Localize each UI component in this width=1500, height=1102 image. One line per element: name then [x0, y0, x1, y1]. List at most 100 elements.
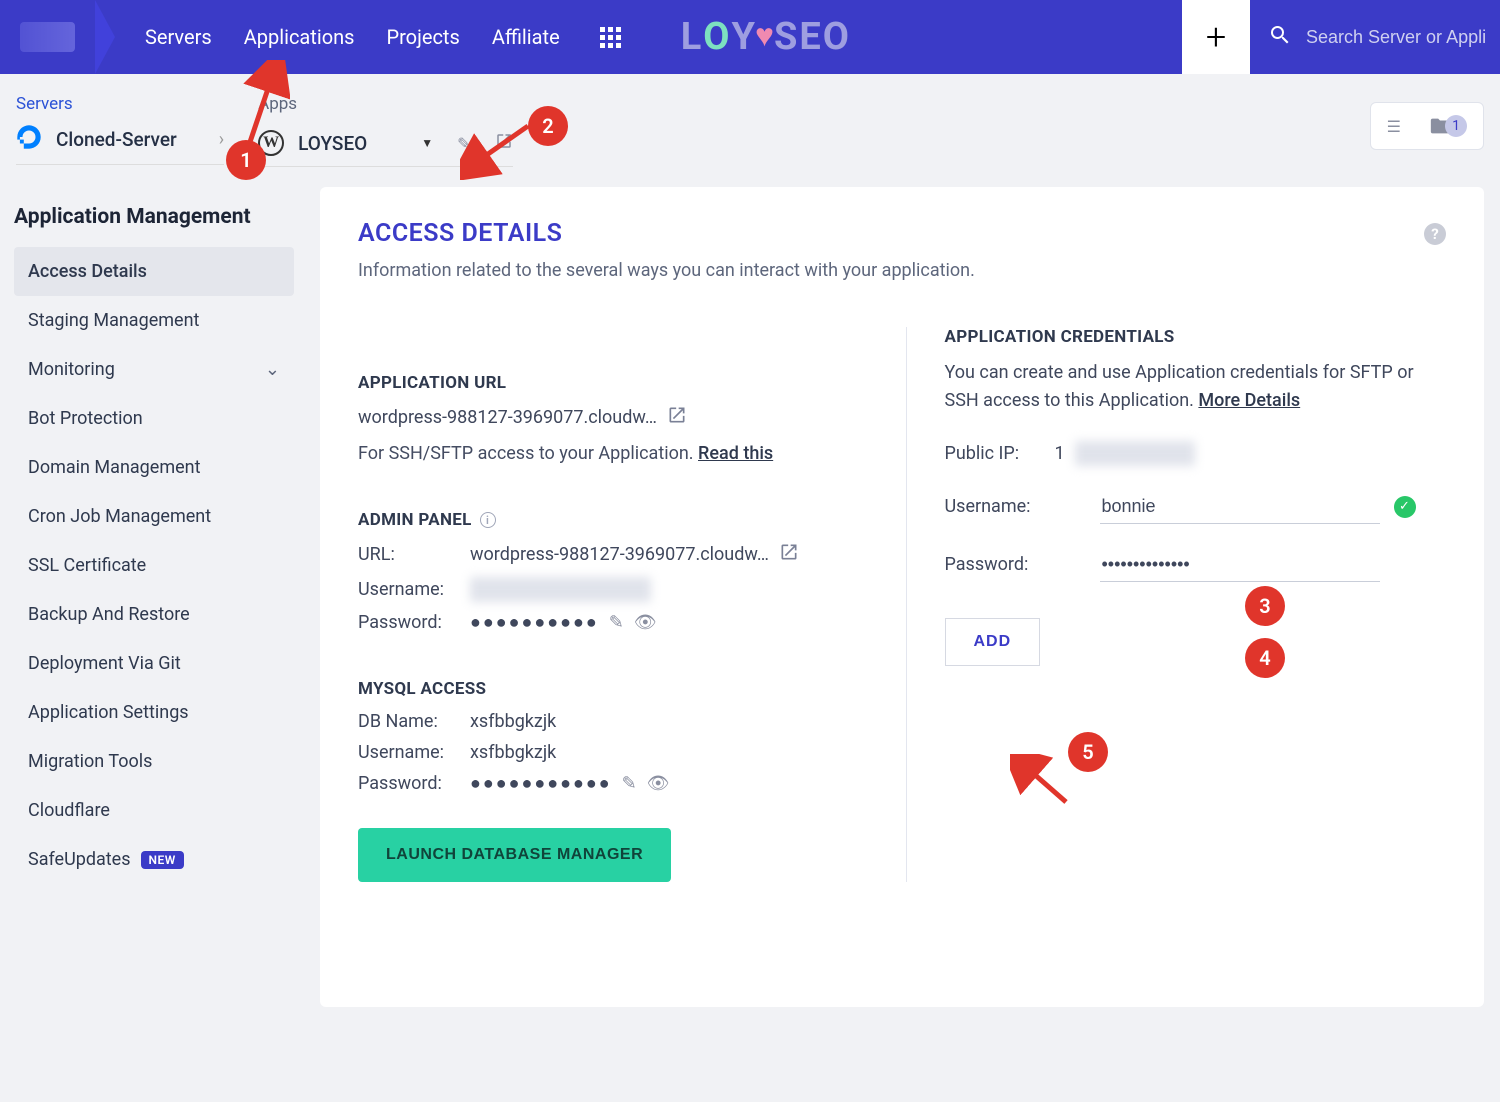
sidebar-item-safeupdates[interactable]: SafeUpdates NEW [14, 835, 294, 884]
sidebar-item-label: Backup And Restore [28, 604, 190, 625]
servers-link[interactable]: Servers [16, 94, 224, 114]
sidebar-item-backup-and-restore[interactable]: Backup And Restore [14, 590, 294, 639]
sidebar-item-deployment-via-git[interactable]: Deployment Via Git [14, 639, 294, 688]
server-name[interactable]: Cloned-Server [56, 128, 177, 151]
search-input[interactable] [1306, 27, 1486, 48]
right-column: APPLICATION CREDENTIALS You can create a… [906, 327, 1447, 882]
view-toggle-box: ☰ 1 [1370, 102, 1484, 150]
search-icon[interactable] [1268, 23, 1292, 51]
nav-item-projects[interactable]: Projects [386, 25, 459, 49]
breadcrumb-area: Servers Cloned-Server › Apps W LOYSEO ▼ … [0, 74, 1500, 167]
sidebar-item-application-settings[interactable]: Application Settings [14, 688, 294, 737]
sidebar-item-label: Access Details [28, 261, 147, 282]
servers-crumb: Servers Cloned-Server › [16, 94, 224, 165]
app-url-heading: APPLICATION URL [358, 373, 860, 393]
sidebar-items: Access Details Staging Management Monito… [14, 247, 294, 884]
apps-grid-icon[interactable] [600, 27, 621, 48]
sidebar-title: Application Management [14, 205, 294, 229]
main-panel: ACCESS DETAILS ? Information related to … [320, 187, 1484, 1007]
public-ip-label: Public IP: [945, 443, 1055, 464]
sidebar-item-bot-protection[interactable]: Bot Protection [14, 394, 294, 443]
chevron-down-icon: ⌄ [265, 359, 280, 380]
search-box [1250, 23, 1500, 51]
admin-pass-label: Password: [358, 612, 470, 633]
sidebar-item-ssl-certificate[interactable]: SSL Certificate [14, 541, 294, 590]
db-name-value: xsfbbgkzjk [470, 711, 556, 732]
mysql-heading: MYSQL ACCESS [358, 679, 860, 699]
eye-icon[interactable]: 👁 [634, 612, 657, 633]
external-link-icon[interactable] [779, 542, 799, 567]
public-ip-value: 44.100.22.33 [1075, 441, 1195, 466]
cred-username-label: Username: [945, 496, 1100, 517]
apps-label: Apps [258, 94, 512, 114]
sidebar-item-label: Application Settings [28, 702, 189, 723]
cred-password-label: Password: [945, 554, 1100, 575]
db-pass-value: ●●●●●●●●●●● [470, 773, 612, 794]
sidebar-item-label: SafeUpdates [28, 849, 131, 870]
ssh-note: For SSH/SFTP access to your Application.… [358, 443, 860, 464]
sidebar-item-cloudflare[interactable]: Cloudflare [14, 786, 294, 835]
sidebar-item-label: Deployment Via Git [28, 653, 181, 674]
db-user-label: Username: [358, 742, 470, 763]
help-icon[interactable]: ? [1424, 223, 1446, 245]
folder-view-icon[interactable]: 1 [1429, 115, 1467, 137]
nav-links: Servers Applications Projects Affiliate [145, 25, 560, 49]
external-link-icon[interactable] [667, 405, 687, 429]
app-name[interactable]: LOYSEO [298, 132, 367, 155]
sidebar-item-monitoring[interactable]: Monitoring ⌄ [14, 345, 294, 394]
page-title: ACCESS DETAILS [358, 219, 562, 248]
sidebar-item-staging-management[interactable]: Staging Management [14, 296, 294, 345]
home-breadcrumb-chevron[interactable] [0, 0, 95, 74]
read-this-link[interactable]: Read this [698, 443, 773, 464]
public-ip-prefix: 1 [1055, 443, 1065, 464]
cred-username-input[interactable] [1100, 490, 1380, 524]
add-credential-button[interactable]: ADD [945, 618, 1041, 666]
left-column: APPLICATION URL wordpress-988127-3969077… [358, 327, 860, 882]
admin-url-value: wordpress-988127-3969077.cloudw… [470, 544, 769, 565]
admin-pass-value: ●●●●●●●●●● [470, 612, 599, 633]
cred-password-input[interactable] [1100, 548, 1380, 582]
check-ok-icon: ✓ [1394, 496, 1416, 518]
sidebar-item-domain-management[interactable]: Domain Management [14, 443, 294, 492]
add-button[interactable]: + [1182, 0, 1250, 74]
topbar-left: Servers Applications Projects Affiliate … [0, 0, 851, 74]
new-badge: NEW [141, 851, 184, 869]
app-url-value: wordpress-988127-3969077.cloudw… [358, 407, 657, 428]
sidebar-item-label: Domain Management [28, 457, 201, 478]
pencil-icon[interactable]: ✎ [622, 773, 637, 794]
admin-user-value: hidden_username_val [470, 577, 651, 602]
sidebar-item-label: Monitoring [28, 359, 115, 380]
nav-item-applications[interactable]: Applications [244, 25, 355, 49]
admin-url-label: URL: [358, 544, 470, 565]
sidebar-item-label: Cloudflare [28, 800, 110, 821]
caret-down-icon[interactable]: ▼ [421, 136, 433, 150]
sidebar-item-access-details[interactable]: Access Details [14, 247, 294, 296]
info-icon[interactable]: i [480, 512, 496, 528]
nav-item-affiliate[interactable]: Affiliate [492, 25, 560, 49]
db-name-label: DB Name: [358, 711, 470, 732]
admin-user-label: Username: [358, 579, 470, 600]
sidebar-item-migration-tools[interactable]: Migration Tools [14, 737, 294, 786]
top-navbar: Servers Applications Projects Affiliate … [0, 0, 1500, 74]
sidebar-item-label: Staging Management [28, 310, 199, 331]
nav-item-servers[interactable]: Servers [145, 25, 212, 49]
more-details-link[interactable]: More Details [1198, 390, 1300, 411]
sidebar-item-label: Migration Tools [28, 751, 152, 772]
sidebar-item-label: Cron Job Management [28, 506, 211, 527]
eye-icon[interactable]: 👁 [647, 773, 670, 794]
annotation-arrow-5 [1010, 754, 1080, 814]
pencil-icon[interactable]: ✎ [609, 612, 624, 633]
db-user-value: xsfbbgkzjk [470, 742, 556, 763]
sidebar-item-label: SSL Certificate [28, 555, 146, 576]
credentials-heading: APPLICATION CREDENTIALS [945, 327, 1447, 347]
page-subtitle: Information related to the several ways … [358, 260, 1446, 281]
sidebar-item-cron-job-management[interactable]: Cron Job Management [14, 492, 294, 541]
list-view-icon[interactable]: ☰ [1387, 117, 1401, 136]
credentials-note: You can create and use Application crede… [945, 359, 1447, 415]
chevron-right-icon: › [219, 129, 224, 150]
logo-icon [20, 22, 75, 52]
folder-count-badge: 1 [1445, 115, 1467, 137]
digitalocean-icon [16, 124, 42, 154]
launch-db-manager-button[interactable]: LAUNCH DATABASE MANAGER [358, 828, 671, 882]
annotation-arrow-2 [460, 120, 540, 180]
